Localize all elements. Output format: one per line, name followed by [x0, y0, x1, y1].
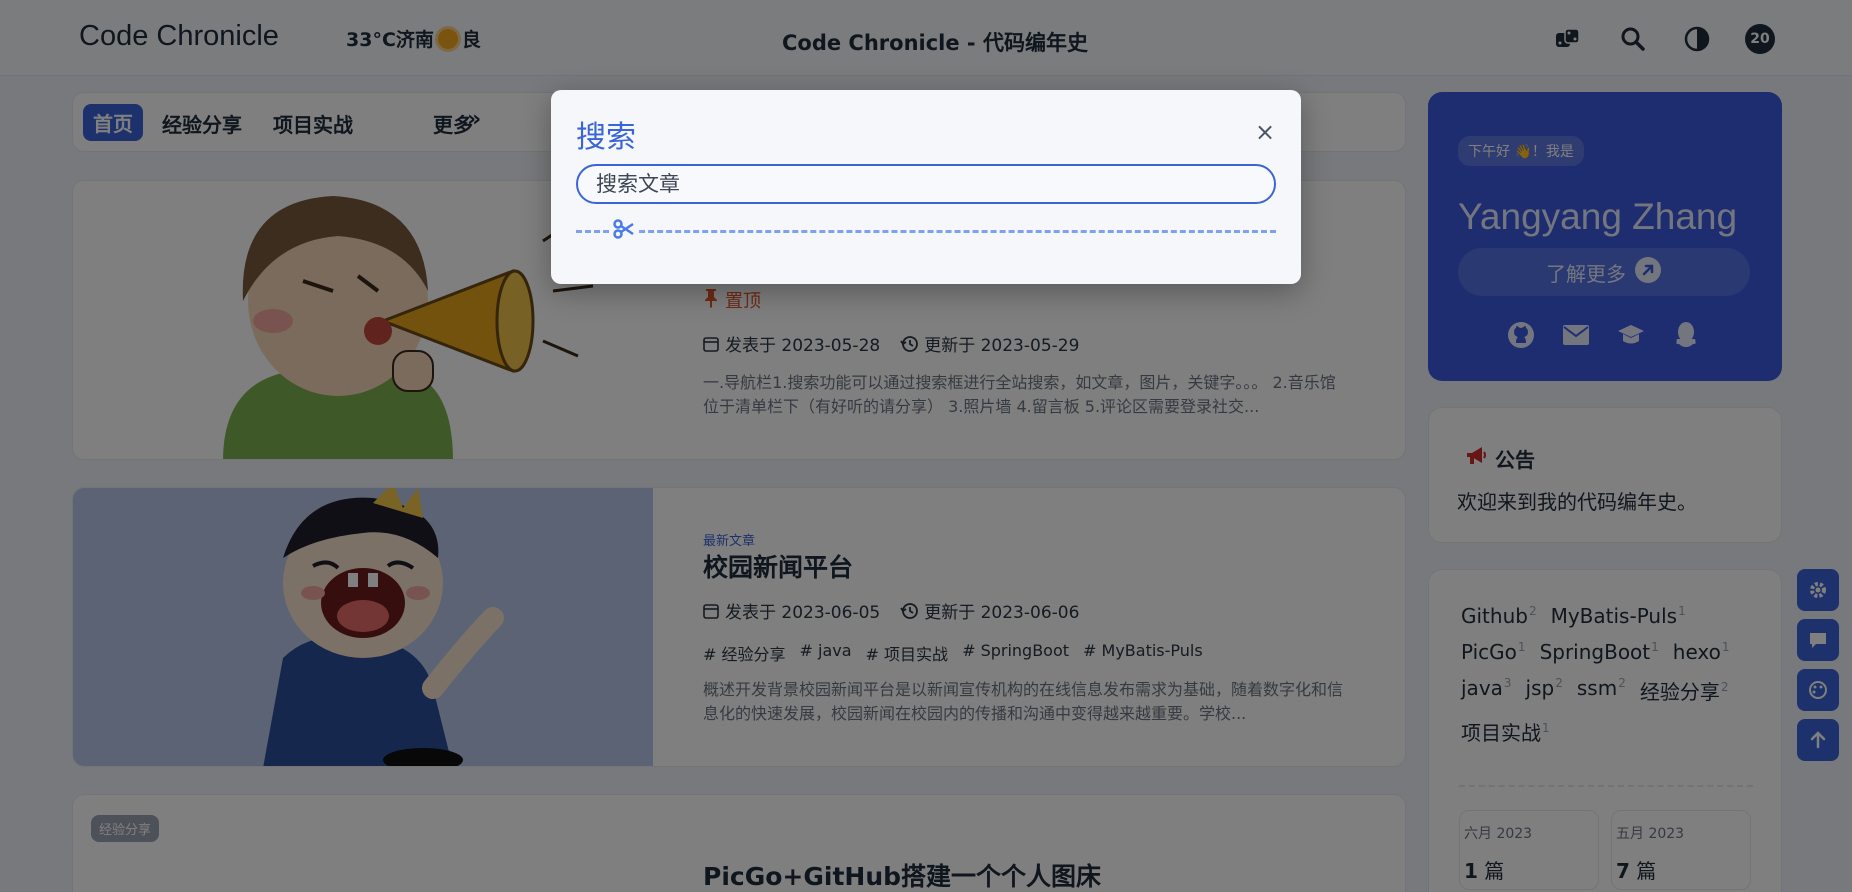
- close-icon[interactable]: ×: [1255, 120, 1275, 144]
- scissors-icon: [611, 216, 637, 242]
- search-modal: 搜索 ×: [551, 90, 1301, 284]
- search-input[interactable]: [576, 164, 1276, 204]
- modal-title: 搜索: [576, 120, 636, 155]
- divider-dashed: [576, 230, 1276, 233]
- page-root: Code Chronicle 33°C济南 良 Code Chronicle -…: [0, 0, 1852, 892]
